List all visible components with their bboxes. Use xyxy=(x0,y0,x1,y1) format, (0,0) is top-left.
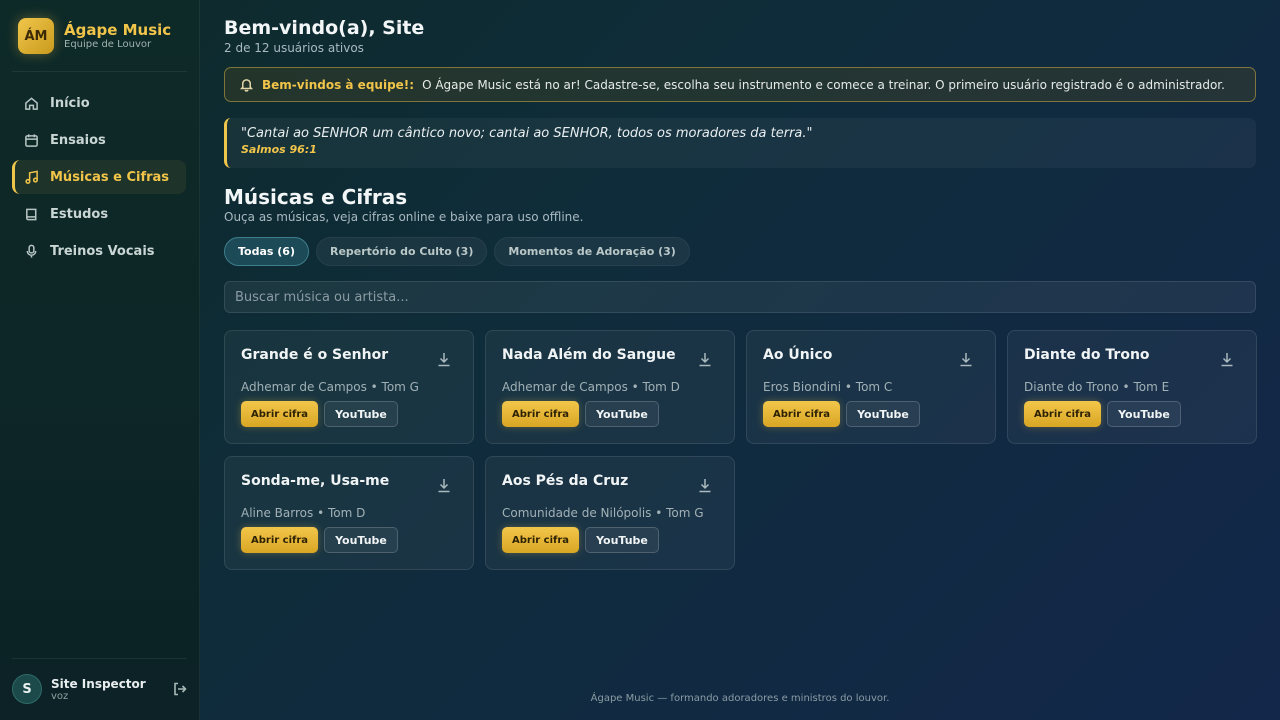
bell-icon xyxy=(239,79,254,92)
song-meta: Eros Biondini • Tom C xyxy=(763,380,893,394)
user-role: voz xyxy=(51,690,69,702)
open-chord-button[interactable]: Abrir cifra xyxy=(502,527,580,553)
section-subtitle: Ouça as músicas, veja cifras online e ba… xyxy=(224,210,584,224)
song-meta: Comunidade de Nilópolis • Tom G xyxy=(502,506,704,520)
song-meta: Aline Barros • Tom D xyxy=(241,506,366,520)
youtube-button[interactable]: YouTube xyxy=(324,527,398,553)
microphone-icon xyxy=(26,244,37,258)
logout-icon[interactable] xyxy=(172,681,188,697)
sidebar-item-label: Ensaios xyxy=(50,132,106,148)
sidebar: ÁM Ágape Music Equipe de Louvor Início E… xyxy=(0,0,200,720)
search-input[interactable] xyxy=(224,281,1256,313)
page-welcome: Bem-vindo(a), Site xyxy=(224,17,425,39)
song-card: Nada Além do Sangue Adhemar de Campos • … xyxy=(485,330,735,444)
song-card: Grande é o Senhor Adhemar de Campos • To… xyxy=(224,330,474,444)
open-chord-button[interactable]: Abrir cifra xyxy=(502,401,580,427)
sidebar-item-label: Estudos xyxy=(50,206,109,222)
sidebar-divider xyxy=(12,658,187,659)
sidebar-item-label: Músicas e Cifras xyxy=(50,169,170,185)
bible-verse: "Cantai ao SENHOR um cântico novo; canta… xyxy=(224,118,1256,168)
announcement-banner: Bem-vindos à equipe!: O Ágape Music está… xyxy=(224,67,1256,102)
open-chord-button[interactable]: Abrir cifra xyxy=(241,527,319,553)
youtube-button[interactable]: YouTube xyxy=(585,401,659,427)
tab-todas[interactable]: Todas (6) xyxy=(224,237,309,266)
song-meta: Adhemar de Campos • Tom D xyxy=(502,380,680,394)
sidebar-item-treinos-vocais[interactable]: Treinos Vocais xyxy=(12,234,186,268)
tab-momentos-de-adoracao[interactable]: Momentos de Adoração (3) xyxy=(494,237,690,266)
book-icon xyxy=(26,208,37,220)
calendar-icon xyxy=(25,133,38,147)
announcement-title: Bem-vindos à equipe!: xyxy=(262,77,415,92)
brand-subtitle: Equipe de Louvor xyxy=(64,39,152,50)
song-grid: Grande é o Senhor Adhemar de Campos • To… xyxy=(224,330,1257,570)
open-chord-button[interactable]: Abrir cifra xyxy=(763,401,841,427)
home-icon xyxy=(25,96,38,110)
youtube-button[interactable]: YouTube xyxy=(324,401,398,427)
youtube-button[interactable]: YouTube xyxy=(846,401,920,427)
sidebar-nav: Início Ensaios Músicas e Cifras Estudos … xyxy=(12,86,186,271)
sidebar-item-inicio[interactable]: Início xyxy=(12,86,186,120)
download-icon[interactable] xyxy=(698,351,712,367)
active-users-count: 2 de 12 usuários ativos xyxy=(224,41,364,55)
category-tabs: Todas (6) Repertório do Culto (3) Moment… xyxy=(224,237,1256,266)
user-profile: S Site Inspector voz xyxy=(12,674,188,704)
section-title: Músicas e Cifras xyxy=(224,185,408,209)
brand-name: Ágape Music xyxy=(64,21,172,39)
main-content: Bem-vindo(a), Site 2 de 12 usuários ativ… xyxy=(224,16,1257,570)
avatar[interactable]: S xyxy=(12,674,42,704)
sidebar-item-musicas[interactable]: Músicas e Cifras xyxy=(12,160,186,194)
footer-text: Ágape Music — formando adoradores e mini… xyxy=(590,693,890,704)
download-icon[interactable] xyxy=(698,477,712,493)
sidebar-item-label: Treinos Vocais xyxy=(50,243,155,259)
song-card: Sonda-me, Usa-me Aline Barros • Tom D Ab… xyxy=(224,456,474,570)
open-chord-button[interactable]: Abrir cifra xyxy=(1024,401,1102,427)
user-name: Site Inspector xyxy=(51,676,146,691)
download-icon[interactable] xyxy=(437,351,451,367)
download-icon[interactable] xyxy=(437,477,451,493)
tab-repertorio-do-culto[interactable]: Repertório do Culto (3) xyxy=(315,237,488,266)
announcement-text: O Ágape Music está no ar! Cadastre-se, e… xyxy=(422,77,1225,92)
song-card: Diante do Trono Diante do Trono • Tom E … xyxy=(1007,330,1257,444)
song-meta: Diante do Trono • Tom E xyxy=(1024,380,1170,394)
music-note-icon xyxy=(25,170,38,184)
sidebar-item-label: Início xyxy=(50,95,90,111)
song-card: Ao Único Eros Biondini • Tom C Abrir cif… xyxy=(746,330,996,444)
verse-reference: Salmos 96:1 xyxy=(241,143,317,156)
download-icon[interactable] xyxy=(1220,351,1234,367)
sidebar-divider xyxy=(12,71,187,72)
verse-text: "Cantai ao SENHOR um cântico novo; canta… xyxy=(241,126,813,141)
download-icon[interactable] xyxy=(959,351,973,367)
youtube-button[interactable]: YouTube xyxy=(1107,401,1181,427)
brand[interactable]: ÁM Ágape Music Equipe de Louvor xyxy=(18,18,171,54)
open-chord-button[interactable]: Abrir cifra xyxy=(241,401,319,427)
song-card: Aos Pés da Cruz Comunidade de Nilópolis … xyxy=(485,456,735,570)
youtube-button[interactable]: YouTube xyxy=(585,527,659,553)
brand-logo: ÁM xyxy=(18,18,54,54)
sidebar-item-estudos[interactable]: Estudos xyxy=(12,197,186,231)
sidebar-item-ensaios[interactable]: Ensaios xyxy=(12,123,186,157)
song-meta: Adhemar de Campos • Tom G xyxy=(241,380,419,394)
